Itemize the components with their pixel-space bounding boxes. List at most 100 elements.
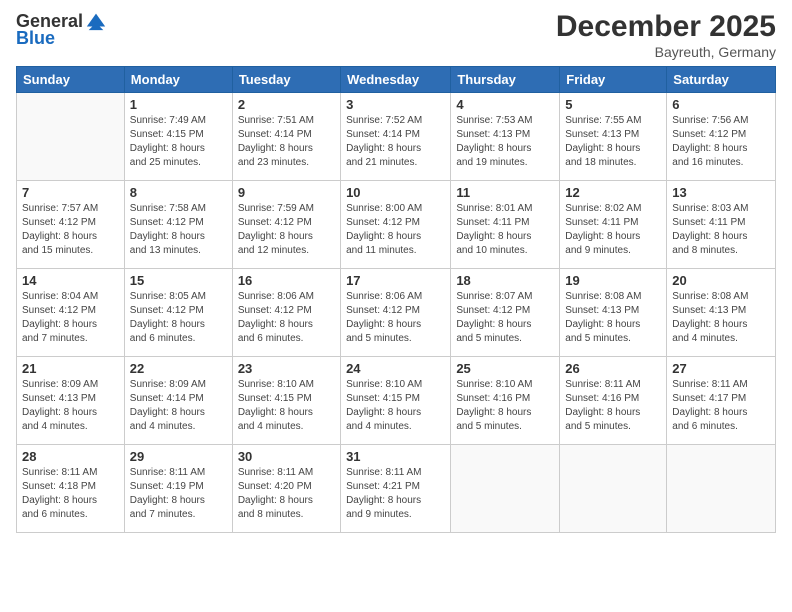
day-number: 19	[565, 273, 661, 288]
calendar-header-row: Sunday Monday Tuesday Wednesday Thursday…	[17, 67, 776, 93]
table-row: 25 Sunrise: 8:10 AMSunset: 4:16 PMDayligh…	[451, 357, 560, 445]
table-row	[17, 93, 125, 181]
day-number: 31	[346, 449, 445, 464]
day-number: 22	[130, 361, 227, 376]
day-number: 30	[238, 449, 335, 464]
day-number: 7	[22, 185, 119, 200]
table-row: 19 Sunrise: 8:08 AMSunset: 4:13 PMDayligh…	[560, 269, 667, 357]
day-number: 18	[456, 273, 554, 288]
day-number: 3	[346, 97, 445, 112]
logo-icon	[85, 10, 107, 32]
table-row: 29 Sunrise: 8:11 AMSunset: 4:19 PMDayligh…	[124, 445, 232, 533]
table-row: 31 Sunrise: 8:11 AMSunset: 4:21 PMDayligh…	[341, 445, 451, 533]
day-info: Sunrise: 8:06 AMSunset: 4:12 PMDaylight:…	[238, 290, 335, 346]
table-row: 21 Sunrise: 8:09 AMSunset: 4:13 PMDayligh…	[17, 357, 125, 445]
table-row: 23Sunrise: 8:10 AMSunset: 4:15 PMDayligh…	[232, 357, 340, 445]
table-row: 11Sunrise: 8:01 AMSunset: 4:11 PMDayligh…	[451, 181, 560, 269]
table-row: 5 Sunrise: 7:55 AMSunset: 4:13 PMDaylight…	[560, 93, 667, 181]
day-info: Sunrise: 7:58 AMSunset: 4:12 PMDaylight:…	[130, 202, 227, 258]
calendar-week-row: 14Sunrise: 8:04 AMSunset: 4:12 PMDayligh…	[17, 269, 776, 357]
day-info: Sunrise: 7:53 AMSunset: 4:13 PMDaylight:…	[456, 114, 554, 170]
day-number: 16	[238, 273, 335, 288]
day-info: Sunrise: 8:11 AMSunset: 4:20 PMDaylight:…	[238, 466, 335, 522]
day-info: Sunrise: 8:09 AMSunset: 4:14 PMDaylight:…	[130, 378, 227, 434]
day-number: 24	[346, 361, 445, 376]
day-info: Sunrise: 7:49 AMSunset: 4:15 PMDaylight:…	[130, 114, 227, 170]
day-number: 13	[672, 185, 770, 200]
table-row: 27 Sunrise: 8:11 AMSunset: 4:17 PMDayligh…	[667, 357, 776, 445]
day-info: Sunrise: 8:11 AMSunset: 4:16 PMDaylight:…	[565, 378, 661, 434]
table-row: 10 Sunrise: 8:00 AMSunset: 4:12 PMDayligh…	[341, 181, 451, 269]
day-info: Sunrise: 8:00 AMSunset: 4:12 PMDaylight:…	[346, 202, 445, 258]
calendar-week-row: 7 Sunrise: 7:57 AMSunset: 4:12 PMDaylight…	[17, 181, 776, 269]
table-row: 2Sunrise: 7:51 AMSunset: 4:14 PMDaylight…	[232, 93, 340, 181]
col-saturday: Saturday	[667, 67, 776, 93]
day-info: Sunrise: 8:07 AMSunset: 4:12 PMDaylight:…	[456, 290, 554, 346]
table-row: 7 Sunrise: 7:57 AMSunset: 4:12 PMDaylight…	[17, 181, 125, 269]
day-info: Sunrise: 7:57 AMSunset: 4:12 PMDaylight:…	[22, 202, 119, 258]
day-number: 29	[130, 449, 227, 464]
col-wednesday: Wednesday	[341, 67, 451, 93]
day-number: 11	[456, 185, 554, 200]
calendar-week-row: 1 Sunrise: 7:49 AMSunset: 4:15 PMDaylight…	[17, 93, 776, 181]
col-monday: Monday	[124, 67, 232, 93]
day-number: 15	[130, 273, 227, 288]
day-number: 25	[456, 361, 554, 376]
table-row: 28Sunrise: 8:11 AMSunset: 4:18 PMDayligh…	[17, 445, 125, 533]
day-info: Sunrise: 8:04 AMSunset: 4:12 PMDaylight:…	[22, 290, 119, 346]
day-number: 9	[238, 185, 335, 200]
calendar-week-row: 28Sunrise: 8:11 AMSunset: 4:18 PMDayligh…	[17, 445, 776, 533]
day-number: 12	[565, 185, 661, 200]
table-row	[451, 445, 560, 533]
day-info: Sunrise: 7:56 AMSunset: 4:12 PMDaylight:…	[672, 114, 770, 170]
table-row: 6 Sunrise: 7:56 AMSunset: 4:12 PMDaylight…	[667, 93, 776, 181]
day-number: 5	[565, 97, 661, 112]
table-row: 22 Sunrise: 8:09 AMSunset: 4:14 PMDayligh…	[124, 357, 232, 445]
table-row: 1 Sunrise: 7:49 AMSunset: 4:15 PMDaylight…	[124, 93, 232, 181]
col-friday: Friday	[560, 67, 667, 93]
day-info: Sunrise: 7:52 AMSunset: 4:14 PMDaylight:…	[346, 114, 445, 170]
calendar-week-row: 21 Sunrise: 8:09 AMSunset: 4:13 PMDayligh…	[17, 357, 776, 445]
day-info: Sunrise: 8:10 AMSunset: 4:16 PMDaylight:…	[456, 378, 554, 434]
table-row: 9 Sunrise: 7:59 AMSunset: 4:12 PMDaylight…	[232, 181, 340, 269]
day-info: Sunrise: 8:09 AMSunset: 4:13 PMDaylight:…	[22, 378, 119, 434]
table-row: 20 Sunrise: 8:08 AMSunset: 4:13 PMDayligh…	[667, 269, 776, 357]
day-number: 21	[22, 361, 119, 376]
col-thursday: Thursday	[451, 67, 560, 93]
day-number: 27	[672, 361, 770, 376]
day-info: Sunrise: 7:59 AMSunset: 4:12 PMDaylight:…	[238, 202, 335, 258]
day-number: 23	[238, 361, 335, 376]
logo: General Blue	[16, 10, 107, 49]
day-info: Sunrise: 8:03 AMSunset: 4:11 PMDaylight:…	[672, 202, 770, 258]
day-number: 6	[672, 97, 770, 112]
day-number: 1	[130, 97, 227, 112]
day-info: Sunrise: 8:11 AMSunset: 4:17 PMDaylight:…	[672, 378, 770, 434]
day-info: Sunrise: 8:10 AMSunset: 4:15 PMDaylight:…	[346, 378, 445, 434]
day-info: Sunrise: 8:02 AMSunset: 4:11 PMDaylight:…	[565, 202, 661, 258]
day-info: Sunrise: 7:55 AMSunset: 4:13 PMDaylight:…	[565, 114, 661, 170]
table-row	[560, 445, 667, 533]
table-row: 17Sunrise: 8:06 AMSunset: 4:12 PMDayligh…	[341, 269, 451, 357]
table-row: 13 Sunrise: 8:03 AMSunset: 4:11 PMDayligh…	[667, 181, 776, 269]
table-row: 24 Sunrise: 8:10 AMSunset: 4:15 PMDayligh…	[341, 357, 451, 445]
table-row: 26Sunrise: 8:11 AMSunset: 4:16 PMDayligh…	[560, 357, 667, 445]
location: Bayreuth, Germany	[556, 44, 776, 60]
calendar-table: Sunday Monday Tuesday Wednesday Thursday…	[16, 66, 776, 533]
day-info: Sunrise: 8:08 AMSunset: 4:13 PMDaylight:…	[672, 290, 770, 346]
table-row: 16 Sunrise: 8:06 AMSunset: 4:12 PMDayligh…	[232, 269, 340, 357]
day-info: Sunrise: 8:11 AMSunset: 4:19 PMDaylight:…	[130, 466, 227, 522]
table-row: 30 Sunrise: 8:11 AMSunset: 4:20 PMDayligh…	[232, 445, 340, 533]
day-info: Sunrise: 8:08 AMSunset: 4:13 PMDaylight:…	[565, 290, 661, 346]
day-number: 10	[346, 185, 445, 200]
day-info: Sunrise: 8:11 AMSunset: 4:21 PMDaylight:…	[346, 466, 445, 522]
table-row: 8 Sunrise: 7:58 AMSunset: 4:12 PMDaylight…	[124, 181, 232, 269]
day-number: 2	[238, 97, 335, 112]
col-tuesday: Tuesday	[232, 67, 340, 93]
col-sunday: Sunday	[17, 67, 125, 93]
day-number: 8	[130, 185, 227, 200]
table-row: 14Sunrise: 8:04 AMSunset: 4:12 PMDayligh…	[17, 269, 125, 357]
day-number: 20	[672, 273, 770, 288]
header: General Blue December 2025 Bayreuth, Ger…	[16, 10, 776, 60]
table-row: 15Sunrise: 8:05 AMSunset: 4:12 PMDayligh…	[124, 269, 232, 357]
logo-blue: Blue	[16, 28, 55, 49]
